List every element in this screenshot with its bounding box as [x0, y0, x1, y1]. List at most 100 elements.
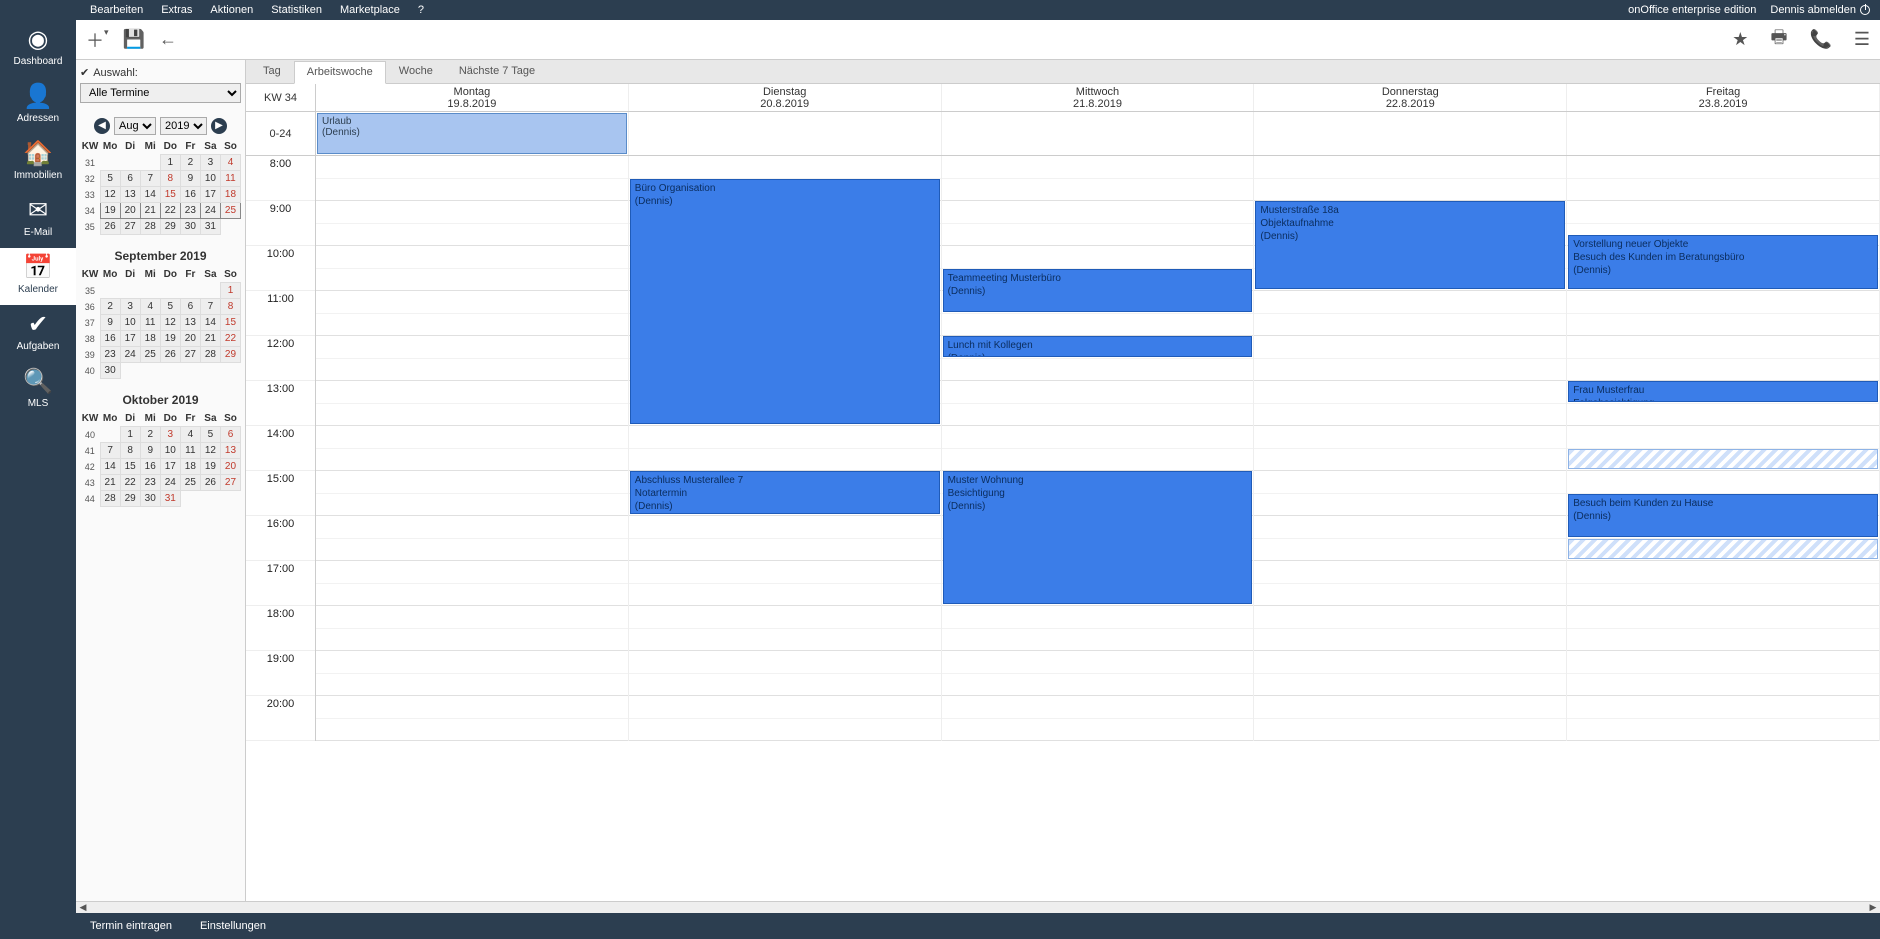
- mini-cal-day[interactable]: 22: [120, 475, 140, 491]
- mini-cal-day[interactable]: 29: [220, 347, 240, 363]
- calendar-event[interactable]: Vorstellung neuer ObjekteBesuch des Kund…: [1568, 235, 1878, 289]
- save-button[interactable]: 💾: [123, 29, 145, 50]
- mini-cal-day[interactable]: 10: [200, 171, 220, 187]
- mini-cal-day[interactable]: 29: [120, 491, 140, 507]
- day-column[interactable]: Vorstellung neuer ObjekteBesuch des Kund…: [1567, 156, 1880, 741]
- mini-cal-day[interactable]: 16: [100, 331, 120, 347]
- nav-immobilien[interactable]: 🏠Immobilien: [0, 134, 76, 191]
- mini-cal-day[interactable]: 8: [160, 171, 180, 187]
- mini-cal-day[interactable]: 4: [180, 427, 200, 443]
- mini-cal-day[interactable]: 28: [140, 219, 160, 235]
- mini-cal-day[interactable]: 6: [220, 427, 240, 443]
- mini-cal-day[interactable]: 25: [140, 347, 160, 363]
- mini-cal-day[interactable]: 21: [100, 475, 120, 491]
- mini-cal-day[interactable]: 19: [200, 459, 220, 475]
- year-select[interactable]: 2019: [160, 117, 207, 135]
- mini-cal-day[interactable]: 28: [100, 491, 120, 507]
- logout-link[interactable]: Dennis abmelden: [1770, 4, 1856, 16]
- mini-cal-day[interactable]: 14: [100, 459, 120, 475]
- mini-cal-day[interactable]: 8: [220, 299, 240, 315]
- mini-cal-day[interactable]: 27: [180, 347, 200, 363]
- mini-cal-day[interactable]: 10: [120, 315, 140, 331]
- mini-cal-day[interactable]: 18: [140, 331, 160, 347]
- nav-kalender[interactable]: 📅Kalender: [0, 248, 76, 305]
- mini-cal-day[interactable]: 14: [200, 315, 220, 331]
- mini-cal-day[interactable]: 31: [200, 219, 220, 235]
- phone-icon[interactable]: 📞: [1809, 29, 1831, 50]
- mini-cal-day[interactable]: 24: [160, 475, 180, 491]
- mini-cal-day[interactable]: 4: [140, 299, 160, 315]
- day-column[interactable]: Teammeeting Musterbüro(Dennis)Lunch mit …: [942, 156, 1255, 741]
- hamburger-icon[interactable]: ☰: [1854, 29, 1870, 50]
- nav-dashboard[interactable]: ◉Dashboard: [0, 20, 76, 77]
- mini-cal-day[interactable]: 24: [200, 203, 220, 219]
- mini-cal-day[interactable]: 12: [100, 187, 120, 203]
- horizontal-scrollbar[interactable]: ◀▶: [76, 901, 1880, 913]
- calendar-event[interactable]: [1568, 449, 1878, 470]
- mini-cal-day[interactable]: 20: [120, 203, 140, 219]
- mini-cal-day[interactable]: 9: [140, 443, 160, 459]
- next-month-button[interactable]: ▶: [211, 118, 227, 134]
- mini-cal-day[interactable]: 2: [140, 427, 160, 443]
- nav-mls[interactable]: 🔍MLS: [0, 362, 76, 419]
- mini-cal-day[interactable]: 21: [140, 203, 160, 219]
- tab-arbeitswoche[interactable]: Arbeitswoche: [294, 61, 386, 84]
- allday-cell[interactable]: [1254, 112, 1567, 155]
- mini-cal-day[interactable]: 12: [200, 443, 220, 459]
- menu-bearbeiten[interactable]: Bearbeiten: [90, 4, 143, 16]
- prev-month-button[interactable]: ◀: [94, 118, 110, 134]
- menu-statistiken[interactable]: Statistiken: [271, 4, 322, 16]
- menu-marketplace[interactable]: Marketplace: [340, 4, 400, 16]
- nav-aufgaben[interactable]: ✔Aufgaben: [0, 305, 76, 362]
- mini-cal-day[interactable]: 18: [180, 459, 200, 475]
- mini-cal-day[interactable]: 15: [220, 315, 240, 331]
- mini-cal-day[interactable]: 14: [140, 187, 160, 203]
- mini-cal-day[interactable]: 10: [160, 443, 180, 459]
- menu-extras[interactable]: Extras: [161, 4, 192, 16]
- mini-cal-day[interactable]: 17: [120, 331, 140, 347]
- mini-cal-day[interactable]: 20: [220, 459, 240, 475]
- mini-cal-day[interactable]: 17: [160, 459, 180, 475]
- mini-cal-day[interactable]: 27: [220, 475, 240, 491]
- mini-cal-day[interactable]: 2: [100, 299, 120, 315]
- mini-cal-day[interactable]: 27: [120, 219, 140, 235]
- power-icon[interactable]: [1860, 5, 1870, 15]
- mini-cal-day[interactable]: 26: [100, 219, 120, 235]
- mini-cal-day[interactable]: 25: [180, 475, 200, 491]
- day-column[interactable]: Büro Organisation(Dennis)Abschluss Muste…: [629, 156, 942, 741]
- menu-help[interactable]: ?: [418, 4, 424, 16]
- mini-cal-day[interactable]: 13: [120, 187, 140, 203]
- mini-cal-day[interactable]: 1: [160, 155, 180, 171]
- mini-cal-day[interactable]: 1: [220, 283, 240, 299]
- mini-cal-day[interactable]: 18: [220, 187, 240, 203]
- mini-cal-day[interactable]: 3: [120, 299, 140, 315]
- mini-cal-day[interactable]: 19: [160, 331, 180, 347]
- mini-cal-day[interactable]: 12: [160, 315, 180, 331]
- mini-cal-day[interactable]: 9: [180, 171, 200, 187]
- tab-nächste-7-tage[interactable]: Nächste 7 Tage: [446, 60, 548, 83]
- menu-aktionen[interactable]: Aktionen: [210, 4, 253, 16]
- mini-cal-day[interactable]: 31: [160, 491, 180, 507]
- calendar-event[interactable]: [1568, 539, 1878, 560]
- mini-cal-day[interactable]: 6: [120, 171, 140, 187]
- mini-cal-day[interactable]: 29: [160, 219, 180, 235]
- mini-cal-day[interactable]: 11: [140, 315, 160, 331]
- mini-cal-day[interactable]: 7: [100, 443, 120, 459]
- mini-cal-day[interactable]: 30: [100, 363, 120, 379]
- day-column[interactable]: Musterstraße 18aObjektaufnahme(Dennis): [1254, 156, 1567, 741]
- star-icon[interactable]: ★: [1732, 29, 1748, 50]
- mini-cal-day[interactable]: 16: [180, 187, 200, 203]
- calendar-event[interactable]: Besuch beim Kunden zu Hause(Dennis): [1568, 494, 1878, 537]
- nav-adressen[interactable]: 👤Adressen: [0, 77, 76, 134]
- mini-cal-day[interactable]: 20: [180, 331, 200, 347]
- print-icon[interactable]: 🖶: [1770, 25, 1787, 55]
- tab-tag[interactable]: Tag: [250, 60, 294, 83]
- mini-cal-day[interactable]: 3: [200, 155, 220, 171]
- mini-cal-day[interactable]: 26: [160, 347, 180, 363]
- mini-cal-day[interactable]: 7: [200, 299, 220, 315]
- allday-cell[interactable]: Urlaub(Dennis): [316, 112, 629, 155]
- add-button[interactable]: ＋▾: [86, 27, 109, 53]
- termin-eintragen-button[interactable]: Termin eintragen: [90, 920, 172, 932]
- mini-cal-day[interactable]: 1: [120, 427, 140, 443]
- mini-cal-day[interactable]: 23: [180, 203, 200, 219]
